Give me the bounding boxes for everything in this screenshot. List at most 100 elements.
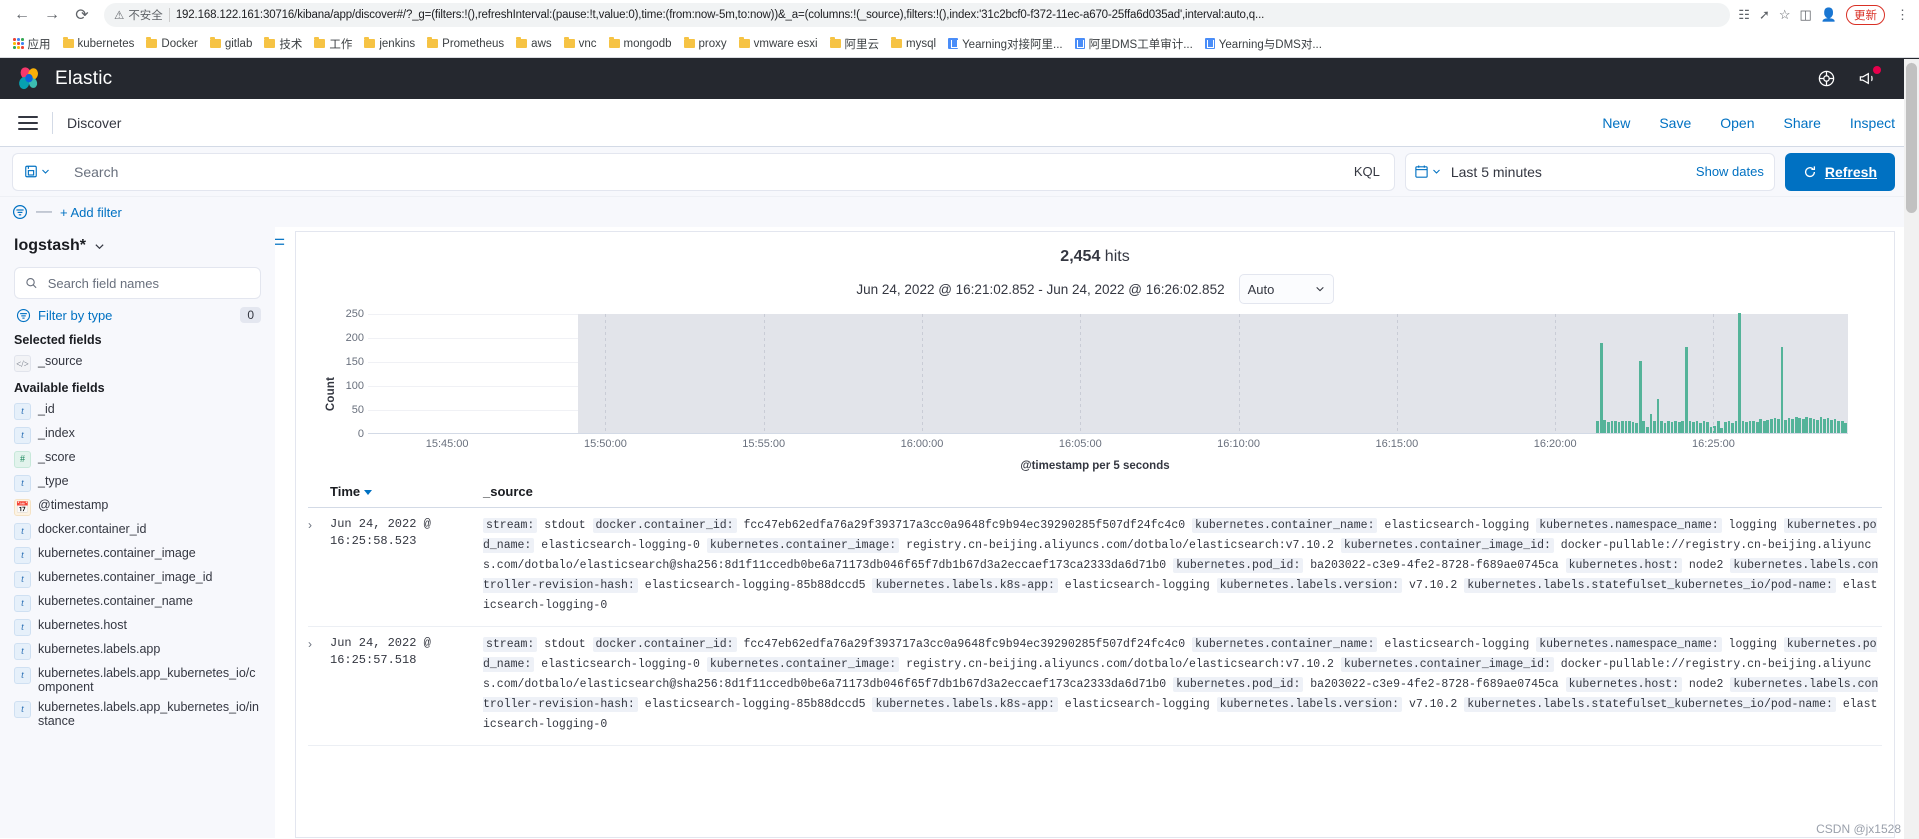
chart-bar[interactable]	[1791, 418, 1794, 433]
field-item-_type[interactable]: t _type	[14, 471, 261, 495]
chart-bar[interactable]	[1748, 420, 1752, 433]
chart-bar[interactable]	[1631, 422, 1635, 433]
chart-bar[interactable]	[1762, 420, 1766, 433]
chart-bar[interactable]	[1624, 420, 1628, 433]
chart-bar[interactable]	[1684, 346, 1688, 433]
new-link[interactable]: New	[1602, 115, 1630, 131]
search-input-wrap[interactable]: KQL	[60, 152, 1395, 191]
back-arrow-icon[interactable]: ←	[8, 1, 36, 29]
bookmark-star-icon[interactable]: ☆	[1779, 7, 1791, 23]
bookmark-item[interactable]: kubernetes	[57, 36, 141, 52]
chart-bar[interactable]	[1723, 422, 1727, 433]
chart-bar[interactable]	[1784, 419, 1787, 433]
bookmark-item[interactable]: 技术	[258, 34, 308, 54]
chart-bar[interactable]	[1695, 421, 1699, 433]
inspect-link[interactable]: Inspect	[1850, 115, 1895, 131]
chart-bar[interactable]	[1801, 418, 1805, 433]
chart-bar[interactable]	[1716, 420, 1720, 433]
chart-bar[interactable]	[1670, 422, 1674, 433]
save-link[interactable]: Save	[1659, 115, 1691, 131]
chart-bar[interactable]	[1755, 422, 1759, 433]
bookmark-item[interactable]: aws	[510, 36, 557, 52]
chart-bar[interactable]	[1816, 419, 1819, 433]
chart-bar[interactable]	[1660, 421, 1663, 433]
chart-bar[interactable]	[1667, 421, 1670, 433]
chart-bar[interactable]	[1709, 427, 1713, 433]
chart-bar[interactable]	[1656, 399, 1660, 433]
chart-bar[interactable]	[1599, 342, 1603, 433]
chart-bar[interactable]	[1826, 417, 1830, 433]
chart-bar[interactable]	[1738, 313, 1741, 433]
bookmark-item[interactable]: 工作	[308, 34, 358, 54]
index-pattern-selector[interactable]: logstash*	[14, 237, 261, 255]
field-item-container-name[interactable]: t kubernetes.container_name	[14, 591, 261, 615]
profile-avatar-icon[interactable]: 👤	[1821, 7, 1837, 23]
chart-bar[interactable]	[1798, 417, 1802, 433]
bookmark-item[interactable]: 阿里云	[824, 34, 886, 54]
bookmark-item[interactable]: vmware esxi	[733, 36, 824, 52]
megaphone-icon[interactable]	[1858, 66, 1881, 88]
site-security-warning[interactable]: ⚠ 不安全	[114, 7, 163, 23]
chart-bar[interactable]	[1741, 421, 1745, 433]
bookmark-item[interactable]: vnc	[558, 36, 603, 52]
field-item-_score[interactable]: # _score	[14, 447, 261, 471]
chart-bar[interactable]	[1702, 420, 1706, 433]
bookmark-item[interactable]: proxy	[678, 36, 733, 52]
field-item-labels-instance[interactable]: t kubernetes.labels.app_kubernetes_io/ins…	[14, 697, 261, 731]
chart-bar[interactable]	[1787, 417, 1791, 433]
field-item-labels-component[interactable]: t kubernetes.labels.app_kubernetes_io/com…	[14, 663, 261, 697]
bookmark-item[interactable]: mysql	[885, 36, 942, 52]
menu-hamburger-icon[interactable]	[12, 107, 44, 139]
field-search-wrap[interactable]	[14, 267, 261, 299]
address-bar[interactable]: ⚠ 不安全 192.168.122.161:30716/kibana/app/d…	[104, 3, 1731, 27]
chart-bar[interactable]	[1638, 361, 1642, 433]
chart-bar[interactable]	[1653, 420, 1656, 433]
forward-arrow-icon[interactable]: →	[38, 1, 66, 29]
expand-row-icon[interactable]: ›	[308, 516, 330, 616]
chart-bar[interactable]	[1745, 422, 1748, 433]
table-row[interactable]: › Jun 24, 2022 @ 16:25:57.518 stream: stdo…	[308, 627, 1882, 746]
date-picker[interactable]: Last 5 minutes Show dates	[1404, 152, 1775, 191]
expand-row-icon[interactable]: ›	[308, 635, 330, 735]
bookmark-item[interactable]: gitlab	[204, 36, 259, 52]
chart-bar[interactable]	[1837, 420, 1841, 433]
field-item-_index[interactable]: t _index	[14, 423, 261, 447]
chart-bar[interactable]	[1819, 416, 1823, 433]
apps-shortcut[interactable]: 应用	[7, 34, 57, 54]
help-circle-icon[interactable]	[1817, 69, 1836, 88]
add-filter-button[interactable]: + Add filter	[60, 205, 122, 220]
bookmark-item[interactable]: jenkins	[358, 36, 421, 52]
interval-select[interactable]: Auto	[1238, 274, 1334, 304]
chart-bar[interactable]	[1812, 418, 1816, 433]
translate-icon[interactable]: ☷	[1738, 7, 1750, 23]
chart-bar[interactable]	[1635, 423, 1639, 433]
chart-bar[interactable]	[1844, 423, 1848, 433]
sort-descending-icon[interactable]	[364, 490, 373, 496]
bookmark-item[interactable]: Yearning对接阿里...	[942, 34, 1069, 54]
chart-bar[interactable]	[1663, 423, 1667, 433]
chart-bar[interactable]	[1840, 421, 1844, 433]
field-item-timestamp[interactable]: 📅 @timestamp	[14, 495, 261, 519]
share-icon[interactable]: ➚	[1759, 7, 1770, 23]
chart-bar[interactable]	[1699, 423, 1702, 433]
chart-bar[interactable]	[1649, 413, 1653, 433]
chart-bar[interactable]	[1734, 420, 1738, 433]
open-link[interactable]: Open	[1720, 115, 1754, 131]
bookmark-item[interactable]: Docker	[140, 36, 203, 52]
field-item-docker-container-id[interactable]: t docker.container_id	[14, 519, 261, 543]
chart-bar[interactable]	[1770, 418, 1773, 433]
chart-bar[interactable]	[1830, 419, 1833, 433]
chart-bar[interactable]	[1727, 421, 1731, 433]
chart-bar[interactable]	[1617, 422, 1621, 433]
chart-bar[interactable]	[1752, 421, 1755, 433]
chart-bar[interactable]	[1677, 422, 1681, 433]
chart-bar[interactable]	[1688, 420, 1692, 433]
brand[interactable]: Elastic	[16, 66, 112, 92]
chart-bar[interactable]	[1823, 418, 1826, 433]
saved-query-button[interactable]	[12, 152, 60, 191]
field-item-labels-app[interactable]: t kubernetes.labels.app	[14, 639, 261, 663]
chart-bar[interactable]	[1805, 416, 1809, 433]
chart-bar[interactable]	[1809, 417, 1812, 433]
browser-menu-icon[interactable]: ⋮	[1894, 7, 1911, 23]
chart-bar[interactable]	[1621, 421, 1624, 433]
